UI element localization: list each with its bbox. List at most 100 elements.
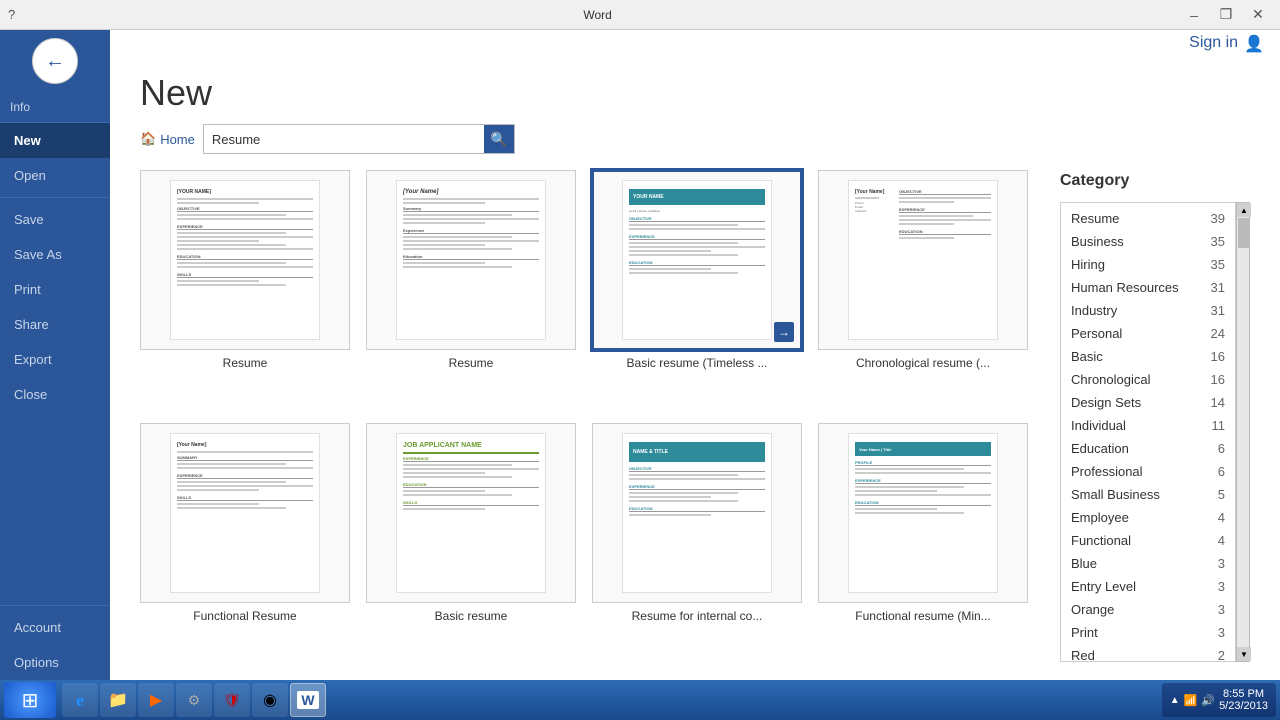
sidebar-label-new: New xyxy=(14,133,41,148)
taskbar-btn-media[interactable]: ▶ xyxy=(138,683,174,717)
category-item-design-sets[interactable]: Design Sets 14 xyxy=(1061,391,1235,414)
taskbar-btn-ie[interactable]: e xyxy=(62,683,98,717)
restore-button[interactable]: ❐ xyxy=(1212,5,1240,25)
category-item-employee[interactable]: Employee 4 xyxy=(1061,506,1235,529)
scrollbar-down-button[interactable]: ▼ xyxy=(1237,647,1251,661)
taskbar-tray: ▲ 📶 🔊 8:55 PM 5/23/2013 xyxy=(1162,683,1276,717)
template-item-8[interactable]: Your Name | Title PROFILE EXPERIENCE xyxy=(818,423,1028,660)
category-item-orange[interactable]: Orange 3 xyxy=(1061,598,1235,621)
category-item-entry-level[interactable]: Entry Level 3 xyxy=(1061,575,1235,598)
home-icon: 🏠 xyxy=(140,131,156,147)
cat-count-small-business: 5 xyxy=(1218,487,1225,502)
category-item-individual[interactable]: Individual 11 xyxy=(1061,414,1235,437)
taskbar-btn-app1[interactable]: ⚙ xyxy=(176,683,212,717)
sidebar-item-save-as[interactable]: Save As xyxy=(0,237,110,272)
template-item-2[interactable]: [Your Name] Summary Experience xyxy=(366,170,576,407)
category-item-industry[interactable]: Industry 31 xyxy=(1061,299,1235,322)
template-item[interactable]: [YOUR NAME] OBJECTIVE EXPERIENCE xyxy=(140,170,350,407)
template-label-5: Functional Resume xyxy=(193,609,296,623)
title-bar-title: Word xyxy=(15,8,1180,22)
category-scrollbar[interactable]: ▲ ▼ xyxy=(1236,202,1250,662)
category-item-professional[interactable]: Professional 6 xyxy=(1061,460,1235,483)
cat-label-blue: Blue xyxy=(1071,556,1097,571)
sidebar-item-export[interactable]: Export xyxy=(0,342,110,377)
category-item-functional[interactable]: Functional 4 xyxy=(1061,529,1235,552)
home-label: Home xyxy=(160,132,195,147)
template-item-3[interactable]: YOUR NAME email | phone | address OBJECT… xyxy=(592,170,802,407)
category-item-chronological[interactable]: Chronological 16 xyxy=(1061,368,1235,391)
search-input[interactable] xyxy=(204,125,484,153)
tray-clock[interactable]: 8:55 PM 5/23/2013 xyxy=(1219,688,1268,712)
template-item-4[interactable]: [Your Name] Phone: Email: Address: OBJEC… xyxy=(818,170,1028,407)
template-item-5[interactable]: [Your Name] SUMMARY EXPERIENCE xyxy=(140,423,350,660)
cat-count-professional: 6 xyxy=(1218,464,1225,479)
category-item-basic[interactable]: Basic 16 xyxy=(1061,345,1235,368)
cat-count-individual: 11 xyxy=(1212,418,1226,433)
cat-count-orange: 3 xyxy=(1218,602,1225,617)
sidebar-item-open[interactable]: Open xyxy=(0,158,110,193)
sidebar-item-new[interactable]: New xyxy=(0,123,110,158)
cat-label-hr: Human Resources xyxy=(1071,280,1179,295)
template-item-6[interactable]: JOB APPLICANT NAME EXPERIENCE EDUCATION xyxy=(366,423,576,660)
category-scroll-container: Resume 39 Business 35 Hiring 35 Human xyxy=(1060,202,1250,662)
sidebar-label-open: Open xyxy=(14,168,46,183)
tray-network-icon: 📶 xyxy=(1184,694,1198,707)
minimize-button[interactable]: – xyxy=(1180,5,1208,25)
category-list[interactable]: Resume 39 Business 35 Hiring 35 Human xyxy=(1060,202,1236,662)
sidebar-item-share[interactable]: Share xyxy=(0,307,110,342)
tray-arrow-icon[interactable]: ▲ xyxy=(1170,695,1180,706)
cat-label-professional: Professional xyxy=(1071,464,1143,479)
template-thumb-2: [Your Name] Summary Experience xyxy=(366,170,576,350)
template-label-3: Basic resume (Timeless ... xyxy=(627,356,768,370)
sidebar-item-account[interactable]: Account xyxy=(0,610,110,645)
cat-label-resume: Resume xyxy=(1071,211,1119,226)
template-item-7[interactable]: NAME & TITLE OBJECTIVE EXPERIENCE xyxy=(592,423,802,660)
cat-count-resume: 39 xyxy=(1211,211,1225,226)
category-item-business[interactable]: Business 35 xyxy=(1061,230,1235,253)
template-thumb-4: [Your Name] Phone: Email: Address: OBJEC… xyxy=(818,170,1028,350)
sidebar-item-close[interactable]: Close xyxy=(0,377,110,412)
category-item-personal[interactable]: Personal 24 xyxy=(1061,322,1235,345)
start-button[interactable]: ⊞ xyxy=(4,682,56,718)
scrollbar-up-button[interactable]: ▲ xyxy=(1237,203,1251,217)
cat-count-red: 2 xyxy=(1218,648,1225,662)
category-item-blue[interactable]: Blue 3 xyxy=(1061,552,1235,575)
close-button[interactable]: ✕ xyxy=(1244,5,1272,25)
explorer-icon: 📁 xyxy=(108,690,128,710)
scrollbar-thumb[interactable] xyxy=(1238,218,1250,248)
cat-label-entry-level: Entry Level xyxy=(1071,579,1136,594)
home-link[interactable]: 🏠 Home xyxy=(140,131,195,147)
back-button[interactable]: ← xyxy=(32,38,78,84)
search-input-wrap: 🔍 xyxy=(203,124,515,154)
cat-count-personal: 24 xyxy=(1211,326,1225,341)
title-bar-help[interactable]: ? xyxy=(8,7,15,22)
sidebar-item-save[interactable]: Save xyxy=(0,202,110,237)
template-thumb-8: Your Name | Title PROFILE EXPERIENCE xyxy=(818,423,1028,603)
signin-link[interactable]: Sign in xyxy=(1189,34,1238,54)
category-item-resume[interactable]: Resume 39 xyxy=(1061,207,1235,230)
category-item-hiring[interactable]: Hiring 35 xyxy=(1061,253,1235,276)
category-item-print[interactable]: Print 3 xyxy=(1061,621,1235,644)
tray-speaker-icon: 🔊 xyxy=(1201,694,1215,707)
media-icon: ▶ xyxy=(150,690,162,710)
category-item-small-business[interactable]: Small Business 5 xyxy=(1061,483,1235,506)
taskbar-btn-word[interactable]: W xyxy=(290,683,326,717)
taskbar-btn-explorer[interactable]: 📁 xyxy=(100,683,136,717)
category-item-hr[interactable]: Human Resources 31 xyxy=(1061,276,1235,299)
cat-label-design-sets: Design Sets xyxy=(1071,395,1141,410)
templates-grid: [YOUR NAME] OBJECTIVE EXPERIENCE xyxy=(130,170,1050,680)
sidebar-item-options[interactable]: Options xyxy=(0,645,110,680)
category-item-red[interactable]: Red 2 xyxy=(1061,644,1235,662)
sidebar-label-print: Print xyxy=(14,282,41,297)
search-button[interactable]: 🔍 xyxy=(484,125,514,153)
template-thumb-6: JOB APPLICANT NAME EXPERIENCE EDUCATION xyxy=(366,423,576,603)
sidebar-item-print[interactable]: Print xyxy=(0,272,110,307)
cat-label-business: Business xyxy=(1071,234,1124,249)
template-thumb-7: NAME & TITLE OBJECTIVE EXPERIENCE xyxy=(592,423,802,603)
taskbar-btn-security[interactable]: 🛡 xyxy=(214,683,250,717)
taskbar: ⊞ e 📁 ▶ ⚙ 🛡 ◉ W ▲ 📶 🔊 8:55 PM 5/23/2013 xyxy=(0,680,1280,720)
taskbar-btn-chrome[interactable]: ◉ xyxy=(252,683,288,717)
category-item-education[interactable]: Education 6 xyxy=(1061,437,1235,460)
cat-count-business: 35 xyxy=(1211,234,1225,249)
cat-count-functional: 4 xyxy=(1218,533,1225,548)
